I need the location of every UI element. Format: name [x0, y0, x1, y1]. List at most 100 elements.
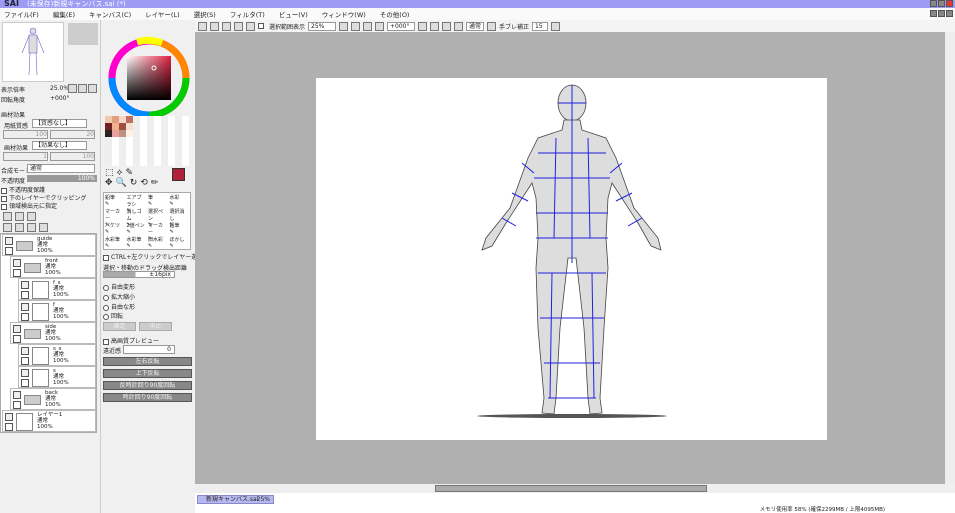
layer-item[interactable]: f_s 通常 100%: [18, 278, 96, 300]
lock-checkbox[interactable]: [13, 269, 21, 277]
tool-item[interactable]: 水彩筆 ✎: [104, 235, 126, 249]
tool-item[interactable]: 旧水彩 ✎: [147, 235, 169, 249]
menu-layer[interactable]: レイヤー(L): [145, 9, 180, 19]
rotate-ccw-button[interactable]: 反時計回り90度回転: [103, 381, 192, 390]
tool-list[interactable]: 鉛筆 ✎ エアブラシ ✎ 筆 ✎ 水彩 ✎ マーカー ✎ 消しゴム ✎ 選択ペン ✎ 選択消し ✎ バケツ ✎ 2値…: [103, 192, 191, 250]
main-color-swatch[interactable]: [172, 168, 185, 181]
doc-restore-button[interactable]: [938, 10, 945, 17]
selection-source-checkbox[interactable]: 領域検出元に指定: [1, 201, 57, 210]
opacity-slider[interactable]: 100%: [27, 175, 97, 182]
radio-rotate[interactable]: 回転: [103, 311, 123, 320]
navigator-buttons[interactable]: [68, 23, 98, 45]
ctrl-select-checkbox[interactable]: CTRL+左クリックでレイヤー選択: [103, 252, 203, 261]
radio-free-transform[interactable]: 自由変形: [103, 282, 135, 291]
stabilizer-icon[interactable]: [487, 21, 497, 31]
visibility-toggle-icon[interactable]: [13, 391, 21, 399]
stabilizer-select[interactable]: 15: [532, 21, 549, 31]
layer-item[interactable]: s 通常 100%: [18, 366, 96, 388]
tool-item[interactable]: 鉛筆 ✎: [169, 221, 191, 235]
lock-checkbox[interactable]: [21, 313, 29, 321]
visibility-toggle-icon[interactable]: [13, 325, 21, 333]
minimize-button[interactable]: [930, 0, 937, 7]
visibility-toggle-icon[interactable]: [21, 369, 29, 377]
lock-checkbox[interactable]: [21, 357, 29, 365]
zoom-value[interactable]: 25.0%: [50, 85, 69, 92]
tool-item[interactable]: 選択ペン ✎: [147, 207, 169, 228]
zoom-fit-button[interactable]: [375, 21, 385, 31]
paper-scale[interactable]: 20: [50, 130, 95, 139]
paper-strength[interactable]: 100: [3, 130, 48, 139]
effect-strength[interactable]: 1: [3, 152, 48, 161]
lock-checkbox[interactable]: [21, 291, 29, 299]
tool-item[interactable]: 消しゴム ✎: [126, 207, 148, 228]
lock-checkbox[interactable]: [21, 379, 29, 387]
hq-preview-checkbox[interactable]: 高画質プレビュー: [103, 336, 159, 345]
layer-item[interactable]: side 通常 100%: [10, 322, 96, 344]
layer-list[interactable]: guide 通常 100% front 通常 100% f_s 通常 100% f 通常 100% si…: [0, 233, 97, 433]
visibility-toggle-icon[interactable]: [21, 303, 29, 311]
zoom-reset-button[interactable]: [363, 21, 373, 31]
vertical-scrollbar[interactable]: [945, 32, 955, 484]
visibility-toggle-icon[interactable]: [21, 281, 29, 289]
visibility-toggle-icon[interactable]: [21, 347, 29, 355]
menu-select[interactable]: 選択(S): [194, 9, 216, 19]
rotation-select[interactable]: +000°: [387, 21, 416, 31]
maximize-button[interactable]: [938, 0, 945, 7]
zoom-select[interactable]: 25%: [308, 21, 337, 31]
nav-zoom-out-button[interactable]: [68, 84, 77, 93]
deselect-button[interactable]: [234, 21, 243, 31]
lock-checkbox[interactable]: [5, 247, 13, 255]
menu-view[interactable]: ビュー(V): [279, 9, 308, 19]
blend-select[interactable]: 通常: [466, 21, 485, 31]
rotate-left-button[interactable]: [418, 21, 428, 31]
transfer-down-button[interactable]: [3, 223, 12, 232]
visibility-toggle-icon[interactable]: [5, 413, 13, 421]
stabilizer-dropdown[interactable]: [551, 21, 561, 31]
scrollbar-thumb[interactable]: [435, 485, 707, 492]
flip-vertical-button[interactable]: 上下反転: [103, 369, 192, 378]
swatch-palette[interactable]: [105, 116, 189, 166]
tool-item[interactable]: マーカー ✎: [104, 207, 126, 228]
nav-zoom-reset-button[interactable]: [88, 84, 97, 93]
zoom-in-button[interactable]: [351, 21, 361, 31]
radio-free-shape[interactable]: 自由な形: [103, 302, 135, 311]
effect-scale[interactable]: 100: [50, 152, 95, 161]
effect-select[interactable]: 【効果なし】: [32, 141, 87, 150]
flip-view-button[interactable]: [454, 21, 464, 31]
menu-window[interactable]: ウィンドウ(W): [322, 9, 366, 19]
doc-close-button[interactable]: [946, 10, 953, 17]
lock-checkbox[interactable]: [5, 423, 13, 431]
horizontal-scrollbar[interactable]: [195, 484, 945, 493]
tool-item[interactable]: 鉛筆 ✎: [104, 193, 126, 207]
angle-value[interactable]: +000°: [50, 95, 69, 102]
lock-checkbox[interactable]: [13, 401, 21, 409]
menu-other[interactable]: その他(O): [380, 9, 410, 19]
rotate-reset-button[interactable]: [442, 21, 452, 31]
select-tools[interactable]: ⬚⟡✎ ✥🔍↻⟲✏: [105, 168, 165, 188]
tool-item[interactable]: 2値ペン ✎: [126, 221, 148, 235]
show-selection-checkbox[interactable]: [258, 23, 264, 29]
doc-minimize-button[interactable]: [930, 10, 937, 17]
nav-zoom-in-button[interactable]: [78, 84, 87, 93]
cancel-button[interactable]: 中止: [139, 322, 172, 331]
rotate-right-button[interactable]: [430, 21, 440, 31]
tool-item[interactable]: エアブラシ ✎: [126, 193, 148, 214]
menu-file[interactable]: ファイル(F): [4, 9, 39, 19]
tool-item[interactable]: ぼかし ✎: [169, 235, 191, 249]
clear-layer-button[interactable]: [27, 223, 36, 232]
layer-item[interactable]: レイヤー1 通常 100%: [2, 410, 96, 432]
layer-item[interactable]: s_s 通常 100%: [18, 344, 96, 366]
layer-item[interactable]: front 通常 100%: [10, 256, 96, 278]
close-button[interactable]: [946, 0, 953, 7]
drag-distance-slider[interactable]: ±16pix: [103, 271, 175, 278]
tool-item[interactable]: 筆 ✎: [147, 193, 169, 207]
layer-item[interactable]: back 通常 100%: [10, 388, 96, 410]
texture-header[interactable]: 画材効果: [1, 110, 25, 119]
new-linework-layer-button[interactable]: [15, 212, 24, 221]
delete-layer-button[interactable]: [39, 223, 48, 232]
canvas-paper[interactable]: [316, 78, 827, 440]
tool-item[interactable]: 水彩 ✎: [169, 193, 191, 207]
merge-down-button[interactable]: [15, 223, 24, 232]
menu-edit[interactable]: 編集(E): [53, 9, 75, 19]
menu-canvas[interactable]: キャンバス(C): [89, 9, 131, 19]
